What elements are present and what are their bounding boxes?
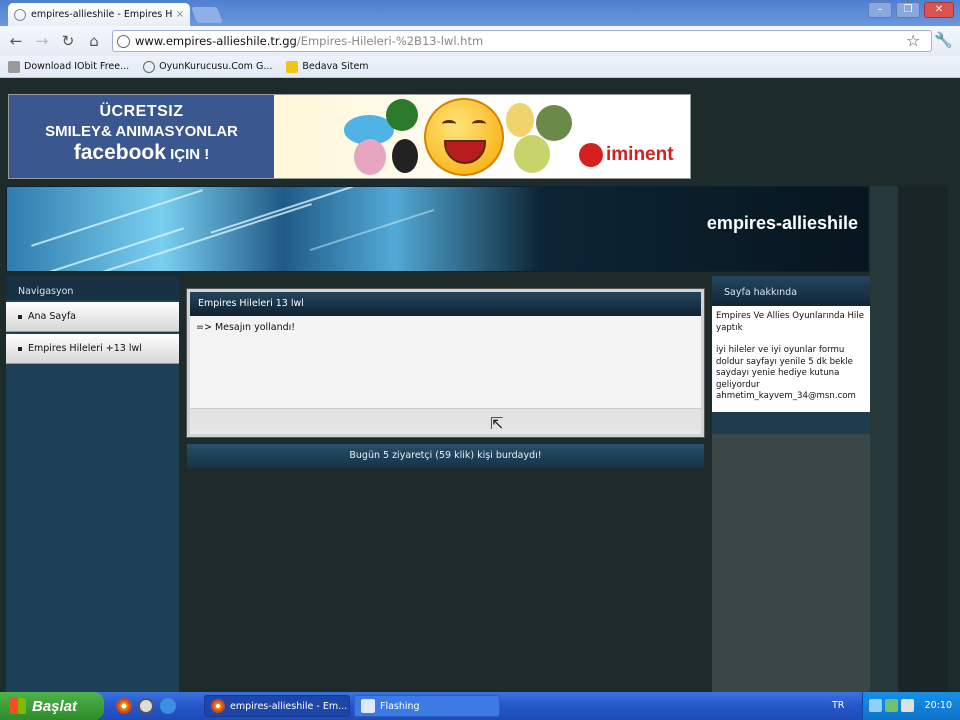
side-decoration bbox=[898, 186, 948, 692]
nav-item-label: Ana Sayfa bbox=[28, 311, 77, 322]
chrome-icon bbox=[211, 699, 225, 713]
back-arrow-icon[interactable]: ← bbox=[6, 31, 26, 51]
maximize-icon[interactable]: ❐ bbox=[896, 2, 920, 18]
mouse-cursor-icon: ⇱ bbox=[490, 414, 504, 433]
bookmark-star-icon[interactable]: ☆ bbox=[906, 31, 920, 50]
about-heading: Sayfa hakkında bbox=[712, 276, 870, 306]
minimize-icon[interactable]: – bbox=[868, 2, 892, 18]
ad-image-panel: iminent bbox=[274, 95, 690, 178]
ad-line-3: facebook IÇIN ! bbox=[9, 141, 274, 165]
about-paragraph: Empires Ve Allies Oyunlarında Hile yaptı… bbox=[716, 311, 864, 333]
cartoon-girl-icon bbox=[354, 139, 386, 175]
page-info-icon[interactable] bbox=[117, 34, 130, 48]
web-page: ÜCRETSIZ SMILEY& ANIMASYONLAR facebook I… bbox=[0, 78, 960, 692]
nav-heading: Navigasyon bbox=[6, 276, 179, 300]
tray-app-icon[interactable] bbox=[885, 699, 898, 712]
bookmark-label: OyunKurucusu.Com G... bbox=[159, 61, 273, 72]
tab-close-icon[interactable]: × bbox=[176, 9, 184, 20]
forward-arrow-icon[interactable]: → bbox=[32, 31, 52, 51]
about-text: Empires Ve Allies Oyunlarında Hile yaptı… bbox=[712, 306, 870, 412]
ad-line-1: ÜCRETSIZ bbox=[99, 103, 184, 120]
taskbar-item-browser[interactable]: empires-allieshile - Em... bbox=[204, 695, 350, 717]
message-box-footer bbox=[190, 408, 701, 430]
bookmark-favicon-icon bbox=[8, 60, 20, 73]
system-tray: 20:10 bbox=[862, 692, 960, 720]
ad-line-2: SMILEY& ANIMASYONLAR bbox=[45, 123, 238, 140]
folder-icon bbox=[286, 60, 299, 73]
nav-item-home[interactable]: Ana Sayfa bbox=[6, 302, 179, 332]
bookmarks-bar: Download IObit Free... OyunKurucusu.Com … bbox=[0, 56, 960, 78]
side-decoration bbox=[870, 186, 898, 692]
quicklaunch-icon[interactable] bbox=[138, 698, 154, 714]
browser-tab[interactable]: empires-allieshile - Empires Hil × bbox=[8, 3, 190, 26]
url-host: www.empires-allieshile.tr.gg bbox=[135, 34, 297, 48]
network-icon[interactable] bbox=[869, 699, 882, 712]
reload-icon[interactable]: ↻ bbox=[58, 31, 78, 51]
language-indicator[interactable]: TR bbox=[832, 700, 844, 711]
cartoon-character-icon bbox=[506, 103, 534, 137]
url-path: /Empires-Hileleri-%2B13-lwl.htm bbox=[296, 34, 484, 48]
about-sidebar: Sayfa hakkında Empires Ve Allies Oyunlar… bbox=[712, 276, 870, 692]
soldier-character-icon bbox=[536, 105, 572, 141]
chrome-icon[interactable] bbox=[116, 698, 132, 714]
windows-taskbar: Başlat empires-allieshile - Em... Flashi… bbox=[0, 692, 960, 720]
message-text: => Mesajın yollandı! bbox=[190, 316, 701, 408]
bookmark-favicon-icon bbox=[143, 60, 156, 73]
message-box-title: Empires Hileleri 13 lwl bbox=[190, 292, 701, 316]
about-paragraph: iyi hileler ve iyi oyunlar formu doldur … bbox=[716, 345, 856, 401]
iminent-logo: iminent bbox=[579, 143, 674, 167]
bookmark-item[interactable]: OyunKurucusu.Com G... bbox=[143, 60, 273, 73]
nav-item-label: Empires Hileleri +13 lwl bbox=[28, 343, 142, 354]
bullet-icon bbox=[18, 346, 22, 351]
message-box: Empires Hileleri 13 lwl => Mesajın yolla… bbox=[187, 289, 704, 437]
bookmark-item[interactable]: Bedava Sitem bbox=[286, 60, 369, 73]
new-tab-button[interactable] bbox=[191, 7, 223, 23]
clock: 20:10 bbox=[924, 700, 952, 711]
ad-line-3-rest: IÇIN ! bbox=[165, 146, 210, 163]
navigation-sidebar: Navigasyon Ana Sayfa Empires Hileleri +1… bbox=[6, 276, 179, 692]
nav-item-empires-hileleri[interactable]: Empires Hileleri +13 lwl bbox=[6, 334, 179, 364]
bookmark-item[interactable]: Download IObit Free... bbox=[8, 60, 130, 73]
address-bar[interactable]: www.empires-allieshile.tr.gg/Empires-Hil… bbox=[112, 30, 932, 52]
bookmark-label: Bedava Sitem bbox=[302, 61, 369, 72]
tab-title: empires-allieshile - Empires Hil bbox=[31, 9, 172, 20]
tab-strip: empires-allieshile - Empires Hil × – ❐ ✕ bbox=[0, 0, 960, 26]
site-header-banner: empires-allieshile bbox=[6, 186, 869, 272]
start-label: Başlat bbox=[32, 697, 78, 715]
ad-text-panel: ÜCRETSIZ SMILEY& ANIMASYONLAR facebook I… bbox=[9, 95, 274, 178]
main-content: Empires Hileleri 13 lwl => Mesajın yolla… bbox=[181, 276, 709, 692]
about-footer bbox=[712, 412, 870, 434]
iminent-smiley-icon bbox=[579, 143, 603, 167]
taskbar-item-flashing[interactable]: Flashing bbox=[354, 695, 500, 717]
home-icon[interactable]: ⌂ bbox=[84, 31, 104, 51]
wrench-menu-icon[interactable]: 🔧 bbox=[934, 31, 953, 49]
close-window-icon[interactable]: ✕ bbox=[924, 2, 954, 18]
cartoon-character-icon bbox=[386, 99, 418, 131]
laughing-smiley-icon bbox=[424, 98, 504, 176]
windows-logo-icon bbox=[10, 698, 26, 714]
volume-icon[interactable] bbox=[901, 699, 914, 712]
ie-icon[interactable] bbox=[160, 698, 176, 714]
visitor-counter: Bugün 5 ziyaretçi (59 klik) kişi burdayd… bbox=[187, 444, 704, 468]
page-favicon-icon bbox=[14, 8, 26, 21]
ad-facebook-brand: facebook bbox=[73, 141, 166, 164]
cartoon-character-icon bbox=[514, 135, 550, 173]
start-button[interactable]: Başlat bbox=[0, 692, 104, 720]
cartoon-character-icon bbox=[392, 139, 418, 173]
bookmark-label: Download IObit Free... bbox=[24, 61, 130, 72]
ad-banner[interactable]: ÜCRETSIZ SMILEY& ANIMASYONLAR facebook I… bbox=[8, 94, 691, 179]
bullet-icon bbox=[18, 314, 22, 319]
taskbar-item-label: empires-allieshile - Em... bbox=[230, 700, 348, 712]
iminent-logo-text: iminent bbox=[606, 144, 674, 165]
app-icon bbox=[361, 699, 375, 713]
site-title: empires-allieshile bbox=[706, 213, 858, 233]
taskbar-item-label: Flashing bbox=[380, 700, 420, 712]
